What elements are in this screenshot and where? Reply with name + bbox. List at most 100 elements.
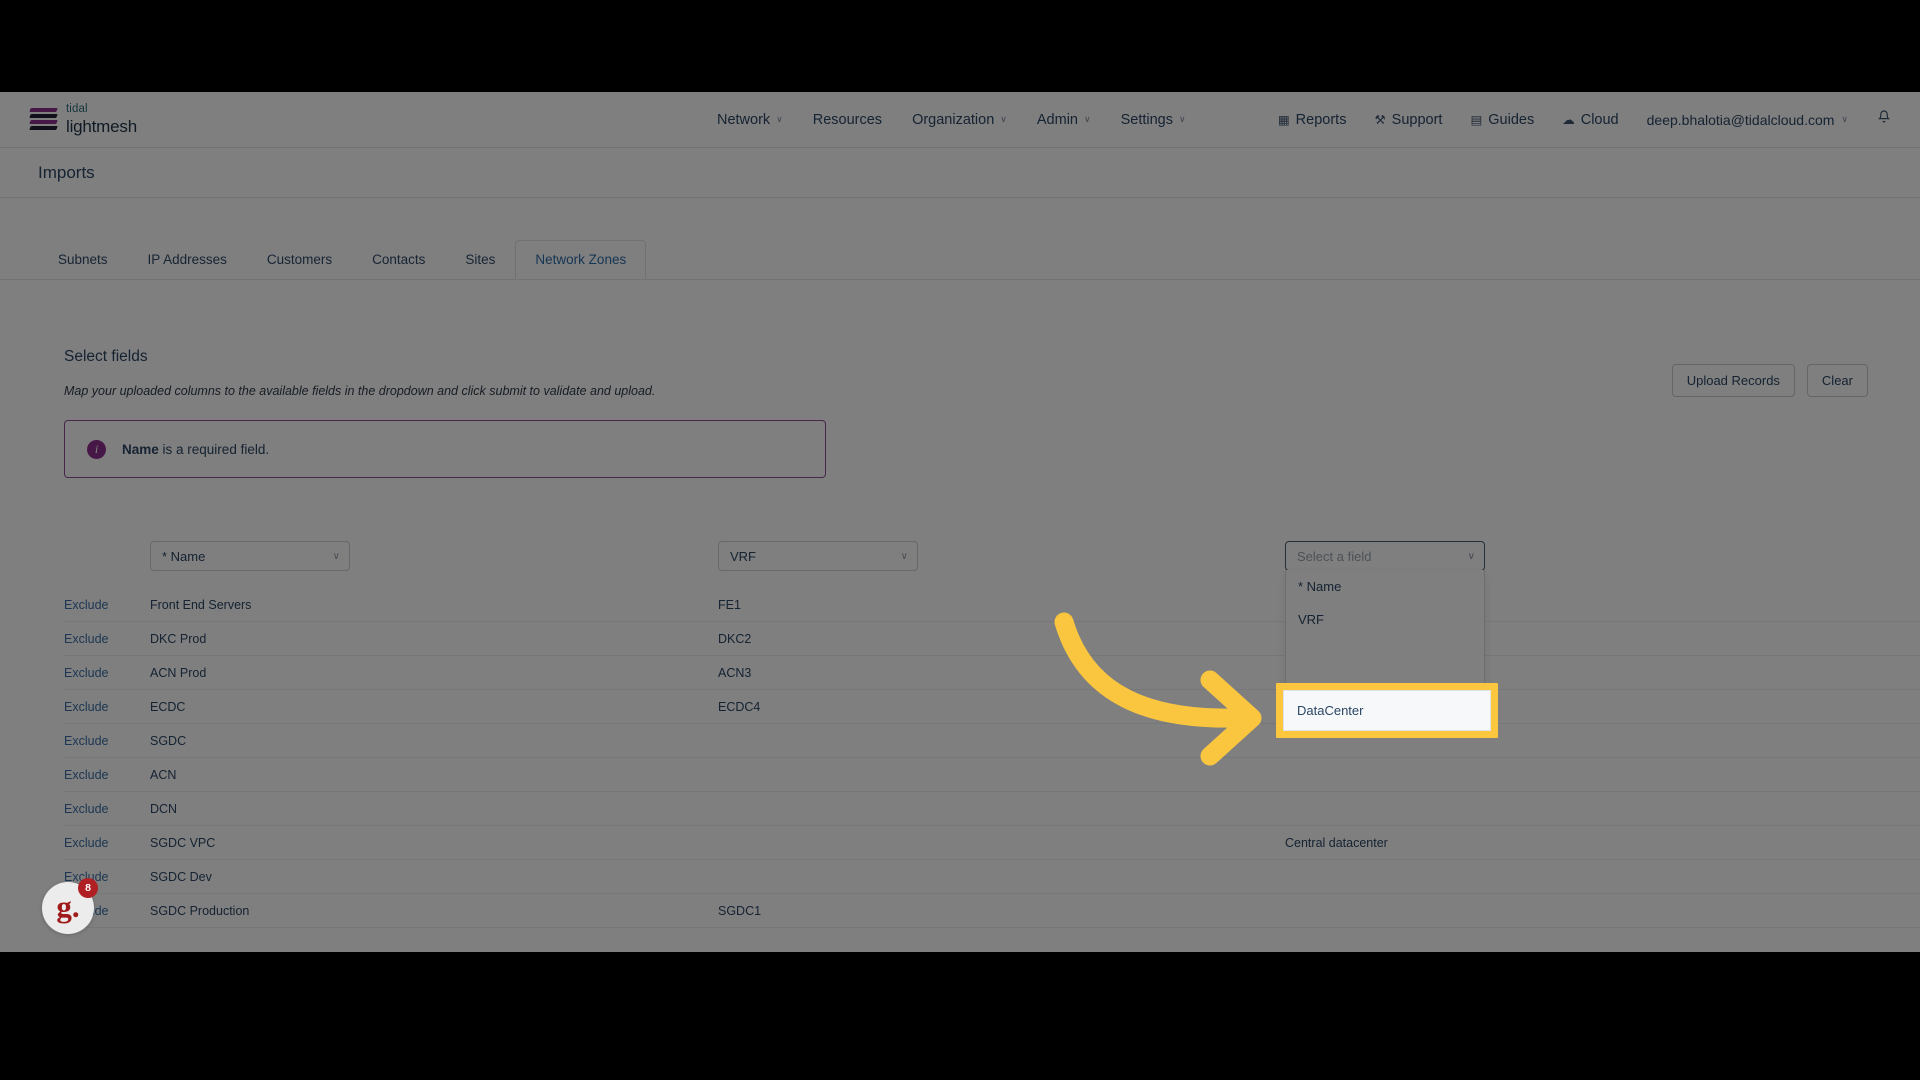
- tab-sites[interactable]: Sites: [445, 240, 515, 279]
- clear-button[interactable]: Clear: [1806, 364, 1868, 397]
- tab-network-zones[interactable]: Network Zones: [515, 240, 647, 279]
- nav-label: Reports: [1295, 111, 1347, 128]
- nav-item-organization[interactable]: Organization ∨: [912, 112, 1007, 128]
- field-mapping-area: * Name ∨ VRF ∨ Select a field ∨ * Name V…: [64, 536, 1920, 928]
- tab-contacts[interactable]: Contacts: [352, 240, 445, 279]
- dropdown-option-vrf[interactable]: VRF: [1286, 603, 1484, 636]
- field-select-row: * Name ∨ VRF ∨ Select a field ∨ * Name V…: [64, 536, 1920, 703]
- cloud-icon: ☁: [1562, 113, 1575, 127]
- cell-name: DCN: [150, 801, 178, 816]
- nav-item-admin[interactable]: Admin ∨: [1037, 112, 1091, 128]
- table-row: Exclude ECDC ECDC4: [64, 690, 1920, 724]
- cell-datacenter: Central datacenter: [1285, 835, 1388, 850]
- alert-message: Name is a required field.: [122, 442, 269, 457]
- nav-label: Support: [1391, 111, 1443, 128]
- exclude-link[interactable]: Exclude: [64, 632, 150, 646]
- tab-customers[interactable]: Customers: [247, 240, 352, 279]
- chat-widget-button[interactable]: g. 8: [42, 878, 98, 934]
- exclude-link[interactable]: Exclude: [64, 598, 150, 612]
- chevron-down-icon: ∨: [332, 550, 340, 562]
- chevron-down-icon: ∨: [1083, 114, 1091, 124]
- brand-name-top: tidal: [66, 103, 88, 116]
- nav-item-guides[interactable]: ▤ Guides: [1470, 112, 1534, 128]
- tab-subnets[interactable]: Subnets: [38, 240, 128, 279]
- user-email: deep.bhalotia@tidalcloud.com: [1646, 111, 1835, 128]
- nav-item-cloud[interactable]: ☁ Cloud: [1562, 112, 1618, 128]
- exclude-link[interactable]: Exclude: [64, 666, 150, 680]
- section-subtitle: Map your uploaded columns to the availab…: [64, 384, 656, 398]
- table-row: Exclude SGDC: [64, 724, 1920, 758]
- field-select-value: VRF: [730, 548, 756, 564]
- validation-alert: i Name is a required field.: [64, 420, 826, 478]
- nav-item-settings[interactable]: Settings ∨: [1121, 112, 1186, 128]
- page-header: Imports: [0, 148, 1920, 198]
- exclude-link[interactable]: Exclude: [64, 734, 150, 748]
- exclude-link[interactable]: Exclude: [64, 802, 150, 816]
- cell-name: SGDC: [150, 733, 187, 748]
- brand-logo[interactable]: tidal lightmesh: [29, 103, 137, 136]
- field-select-column-2[interactable]: VRF ∨: [718, 541, 918, 571]
- cell-name: DKC Prod: [150, 631, 207, 646]
- field-select-placeholder: Select a field: [1297, 548, 1372, 564]
- cell-name: ACN Prod: [150, 665, 207, 680]
- notifications-bell-icon[interactable]: [1876, 109, 1892, 130]
- dropdown-option-name[interactable]: * Name: [1286, 570, 1484, 603]
- cell-name: Front End Servers: [150, 597, 252, 612]
- nav-item-resources[interactable]: Resources: [813, 112, 882, 128]
- nav-item-reports[interactable]: ▦ Reports: [1278, 112, 1347, 128]
- section-title: Select fields: [64, 348, 148, 365]
- alert-field-name: Name: [122, 441, 159, 457]
- chevron-down-icon: ∨: [776, 114, 783, 124]
- cell-vrf: FE1: [718, 597, 741, 612]
- info-icon: i: [87, 439, 106, 459]
- table-row: Exclude DCN: [64, 792, 1920, 826]
- select-fields-panel: Select fields Map your uploaded columns …: [0, 280, 1920, 928]
- dropdown-option-spacer-a[interactable]: [1286, 636, 1484, 669]
- chevron-down-icon: ∨: [1178, 114, 1186, 124]
- table-row: Exclude ACN Prod ACN3: [64, 656, 1920, 690]
- upload-records-button[interactable]: Upload Records: [1671, 364, 1795, 397]
- chevron-down-icon: ∨: [1467, 550, 1475, 562]
- field-select-value: * Name: [162, 548, 206, 564]
- secondary-nav: ▦ Reports ⚒ Support ▤ Guides ☁ Cloud dee…: [1278, 109, 1892, 130]
- chevron-down-icon: ∨: [1841, 114, 1848, 124]
- table-row: Exclude DKC Prod DKC2: [64, 622, 1920, 656]
- nav-item-network[interactable]: Network ∨: [717, 112, 783, 128]
- primary-nav: Network ∨ Resources Organization ∨ Admin…: [717, 112, 1186, 128]
- exclude-link[interactable]: Exclude: [64, 768, 150, 782]
- table-row: Exclude Front End Servers FE1: [64, 588, 1920, 622]
- chevron-down-icon: ∨: [1000, 114, 1007, 124]
- import-type-tabs: Subnets IP Addresses Customers Contacts …: [0, 198, 1920, 279]
- exclude-link[interactable]: Exclude: [64, 700, 150, 714]
- dropdown-option-datacenter[interactable]: DataCenter: [1283, 690, 1491, 731]
- cell-vrf: DKC2: [718, 631, 752, 646]
- cell-vrf: ECDC4: [718, 699, 761, 714]
- table-row: Exclude ACN: [64, 758, 1920, 792]
- user-account-menu[interactable]: deep.bhalotia@tidalcloud.com ∨: [1647, 112, 1848, 128]
- exclude-link[interactable]: Exclude: [64, 836, 150, 850]
- screen: tidal lightmesh Network ∨ Resources Orga…: [0, 0, 1920, 1080]
- nav-item-support[interactable]: ⚒ Support: [1374, 112, 1442, 128]
- brand-name-bottom: lightmesh: [66, 116, 137, 136]
- table-row: Exclude SGDC VPC Central datacenter: [64, 826, 1920, 860]
- chart-icon: ▦: [1277, 113, 1290, 127]
- top-navigation-bar: tidal lightmesh Network ∨ Resources Orga…: [0, 92, 1920, 148]
- nav-label: Resources: [812, 111, 883, 128]
- chat-widget-logo: g.: [56, 889, 80, 924]
- field-select-column-3[interactable]: Select a field ∨: [1285, 541, 1485, 571]
- cell-name: SGDC VPC: [150, 835, 216, 850]
- nav-label: Network: [716, 111, 771, 128]
- table-row: Exclude SGDC Production SGDC1: [64, 894, 1920, 928]
- cell-name: ECDC: [150, 699, 186, 714]
- exclude-link[interactable]: Exclude: [64, 870, 150, 884]
- page-content: Subnets IP Addresses Customers Contacts …: [0, 198, 1920, 952]
- nav-label: Guides: [1488, 111, 1535, 128]
- cell-name: SGDC Dev: [150, 869, 212, 884]
- page-title: Imports: [38, 162, 95, 182]
- field-select-column-1[interactable]: * Name ∨: [150, 541, 350, 571]
- nav-label: Settings: [1120, 111, 1173, 128]
- alert-message-rest: is a required field.: [158, 441, 270, 457]
- cell-name: ACN: [150, 767, 177, 782]
- tab-ip-addresses[interactable]: IP Addresses: [128, 240, 247, 279]
- chat-unread-badge: 8: [78, 878, 98, 898]
